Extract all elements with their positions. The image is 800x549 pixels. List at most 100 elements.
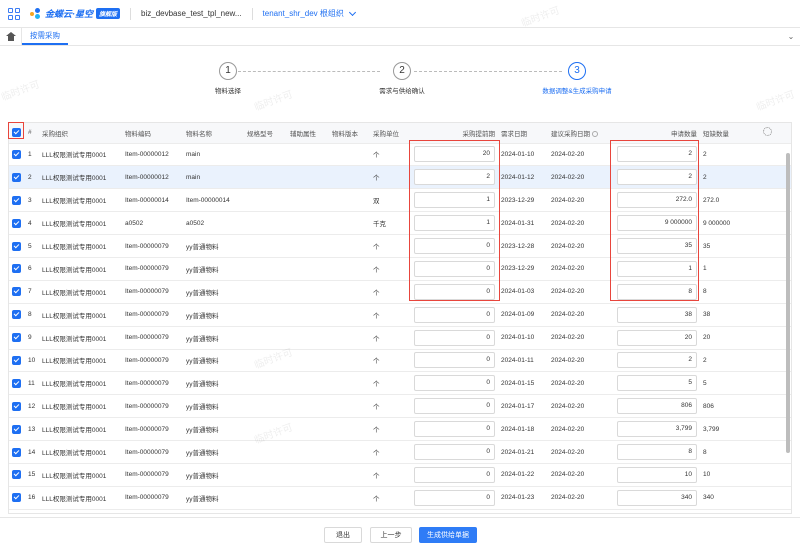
table-row[interactable]: 8 LLL权限测试专用0001 Item-00000079 yy普通物料个 0 2024-… (9, 303, 791, 327)
row-select[interactable] (9, 326, 25, 350)
row-select[interactable] (9, 211, 25, 236)
table-row[interactable]: 5 LLL权限测试专用0001 Item-00000079 yy普通物料 个 0 2023-… (9, 234, 791, 258)
apply-qty-input[interactable]: 5 (617, 375, 697, 392)
generate-supply-doc-button[interactable]: 生成供给单据 (419, 527, 477, 543)
apply-qty-input[interactable]: 38 (617, 306, 697, 323)
row-select[interactable] (9, 165, 25, 190)
row-checkbox[interactable] (12, 241, 21, 251)
table-row[interactable]: 12 LLL权限测试专用0001 Item-00000079 yy普通物料个 0 2024… (9, 394, 791, 419)
row-select[interactable] (9, 188, 25, 213)
row-checkbox[interactable] (12, 333, 21, 343)
select-all-checkbox[interactable] (9, 123, 25, 144)
row-checkbox[interactable] (12, 287, 21, 297)
row-checkbox[interactable] (12, 172, 21, 182)
collapse-icon[interactable]: ⌄ (782, 28, 800, 45)
tab-on-demand-purchase[interactable]: 按需采购 (22, 28, 68, 45)
row-select[interactable] (9, 440, 25, 464)
row-checkbox[interactable] (12, 264, 21, 274)
home-button[interactable] (0, 28, 22, 45)
lead-time-input[interactable]: 0 (414, 489, 495, 506)
lead-time-input[interactable]: 0 (414, 329, 495, 346)
row-checkbox[interactable] (12, 310, 21, 320)
cell-org: LLL权限测试专用0001 (39, 417, 122, 442)
row-checkbox[interactable] (12, 218, 21, 228)
table-row[interactable]: 4 LLL权限测试专用0001 a0502 a0502 千克 1 2024-01-31 202… (9, 211, 791, 236)
apply-qty-input[interactable]: 8 (617, 444, 697, 461)
table-row[interactable]: 11 LLL权限测试专用0001 Item-00000079 yy普通物料个 0 2024… (9, 371, 791, 396)
apply-qty-input[interactable]: 340 (617, 489, 697, 506)
row-checkbox[interactable] (12, 401, 21, 411)
table-row[interactable]: 1 LLL权限测试专用0001 Item-00000012 main 个 20 2024-0… (9, 143, 791, 167)
row-checkbox[interactable] (12, 195, 21, 205)
row-select[interactable] (9, 303, 25, 327)
row-select[interactable] (9, 143, 25, 167)
row-select[interactable] (9, 349, 25, 373)
lead-time-input[interactable]: 1 (414, 215, 495, 232)
cell-unit: 个 (370, 371, 411, 396)
lead-time-input[interactable]: 0 (414, 444, 495, 461)
row-number: 9 (25, 326, 39, 350)
table-row[interactable]: 10 LLL权限测试专用0001 Item-00000079 yy普通物料个 0 2024… (9, 349, 791, 373)
apply-qty-input[interactable]: 10 (617, 466, 697, 483)
lead-time-input[interactable]: 0 (414, 466, 495, 483)
apply-qty-input[interactable]: 806 (617, 398, 697, 415)
apply-qty-input[interactable]: 2 (617, 352, 697, 369)
row-select[interactable] (9, 280, 25, 304)
lead-time-input[interactable]: 0 (414, 421, 495, 438)
row-checkbox[interactable] (12, 470, 21, 480)
row-select[interactable] (9, 371, 25, 396)
table-row[interactable]: 7 LLL权限测试专用0001 Item-00000079 yy普通物料个 0 2024-… (9, 280, 791, 304)
table-row[interactable]: 16 LLL权限测试专用0001 Item-00000079 yy普通物料个 0 2024… (9, 486, 791, 510)
apply-qty-input[interactable]: 9 000000 (617, 215, 697, 232)
column-settings-button[interactable] (760, 123, 791, 144)
table-row[interactable]: 9 LLL权限测试专用0001 Item-00000079 yy普通物料个 0 2024-… (9, 326, 791, 350)
lead-time-input[interactable]: 0 (414, 306, 495, 323)
app-grid-icon[interactable] (8, 7, 20, 20)
lead-time-input[interactable]: 0 (414, 238, 495, 254)
lead-time-input[interactable]: 0 (414, 375, 495, 392)
cell-material-code: a0502 (122, 211, 183, 236)
table-row[interactable]: 15 LLL权限测试专用0001 Item-00000079 yy普通物料个 0 2024… (9, 463, 791, 487)
row-select[interactable] (9, 417, 25, 442)
apply-qty-input[interactable]: 35 (617, 238, 697, 254)
apply-qty-input[interactable]: 8 (617, 283, 697, 300)
row-checkbox[interactable] (12, 447, 21, 457)
row-checkbox[interactable] (12, 493, 21, 503)
lead-time-input[interactable]: 20 (414, 146, 495, 163)
lead-time-input[interactable]: 2 (414, 169, 495, 186)
lead-time-input[interactable]: 0 (414, 352, 495, 369)
cell-suggest-date: 2024-02-20 (548, 463, 614, 487)
row-checkbox[interactable] (12, 149, 21, 159)
table-row[interactable]: 2 LLL权限测试专用0001 Item-00000012 main 个 2 2024-01… (9, 165, 791, 190)
previous-step-button[interactable]: 上一步 (370, 527, 412, 543)
apply-qty-input[interactable]: 2 (617, 169, 697, 186)
scrollbar[interactable] (786, 153, 790, 453)
tenant-selector[interactable]: tenant_shr_dev 根组织 (263, 8, 356, 19)
row-select[interactable] (9, 463, 25, 487)
apply-qty-input[interactable]: 3,799 (617, 421, 697, 438)
apply-qty-input[interactable]: 20 (617, 329, 697, 346)
project-name[interactable]: biz_devbase_test_tpl_new... (141, 9, 242, 18)
table-row[interactable]: 13 LLL权限测试专用0001 Item-00000079 yy普通物料个 0 2024… (9, 417, 791, 442)
apply-qty-input[interactable]: 2 (617, 146, 697, 163)
apply-qty-input[interactable]: 1 (617, 260, 697, 277)
row-checkbox[interactable] (12, 355, 21, 365)
lead-time-input[interactable]: 0 (414, 398, 495, 415)
row-number: 5 (25, 234, 39, 258)
table-row[interactable]: 3 LLL权限测试专用0001 Item-00000014 Item-00000014… (9, 188, 791, 213)
lead-time-input[interactable]: 0 (414, 260, 495, 277)
row-checkbox[interactable] (12, 378, 21, 388)
cell-aux (287, 349, 329, 373)
row-select[interactable] (9, 257, 25, 281)
row-select[interactable] (9, 394, 25, 419)
table-row[interactable]: 14 LLL权限测试专用0001 Item-00000079 yy普通物料个 0 2024… (9, 440, 791, 464)
lead-time-input[interactable]: 1 (414, 192, 495, 209)
lead-time-input[interactable]: 0 (414, 283, 495, 300)
row-select[interactable] (9, 486, 25, 510)
row-checkbox[interactable] (12, 424, 21, 434)
apply-qty-input[interactable]: 272.0 (617, 192, 697, 209)
row-select[interactable] (9, 234, 25, 258)
table-row[interactable]: 6 LLL权限测试专用0001 Item-00000079 yy普通物料 个 0 2023-… (9, 257, 791, 281)
exit-button[interactable]: 退出 (324, 527, 362, 543)
cell-unit: 个 (370, 349, 411, 373)
